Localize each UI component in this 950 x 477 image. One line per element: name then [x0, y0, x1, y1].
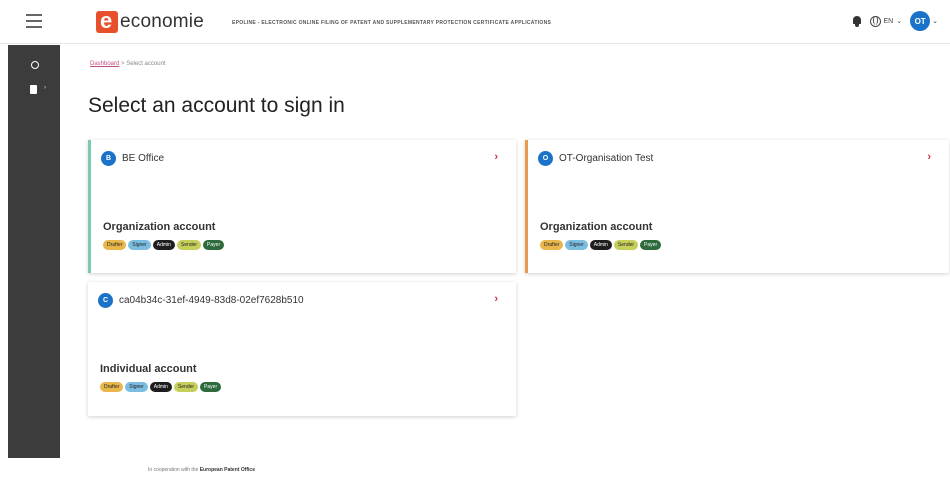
- logo-mark-icon: [96, 8, 118, 34]
- account-card-be-office[interactable]: B BE Office › Organization account Draft…: [88, 140, 516, 273]
- chevron-down-icon: ⌄: [896, 18, 903, 25]
- account-name: BE Office: [122, 153, 165, 164]
- language-label: EN: [883, 17, 894, 25]
- account-type: Organization account: [103, 221, 216, 233]
- account-type: Individual account: [100, 363, 197, 375]
- account-initial-badge: C: [98, 293, 113, 308]
- breadcrumb-home-link[interactable]: Dashboard: [90, 61, 119, 67]
- card-header: C ca04b34c-31ef-4949-83d8-02ef7628b510: [98, 293, 304, 308]
- role-badges: Drafter Signer Admin Sender Payer: [100, 382, 222, 392]
- role-badge-sender: Sender: [613, 240, 639, 250]
- footer-prefix: In cooperation with the: [148, 467, 199, 473]
- chevron-right-icon[interactable]: ›: [927, 151, 931, 163]
- chevron-down-icon: ⌄: [932, 18, 938, 25]
- role-badge-payer: Payer: [200, 382, 222, 392]
- chevron-right-icon[interactable]: ›: [494, 293, 498, 305]
- bell-icon[interactable]: [852, 15, 862, 27]
- breadcrumb-separator: >: [121, 61, 125, 67]
- role-badge-sender: Sender: [176, 240, 202, 250]
- sidebar: ›: [8, 45, 60, 458]
- role-badges: Drafter Signer Admin Sender Payer: [103, 240, 225, 250]
- chevron-right-icon[interactable]: ›: [494, 151, 498, 163]
- role-badge-payer: Payer: [640, 240, 662, 250]
- role-badge-drafter: Drafter: [540, 240, 564, 250]
- role-badges: Drafter Signer Admin Sender Payer: [540, 240, 662, 250]
- footer-partner: European Patent Office: [199, 467, 255, 473]
- role-badge-admin: Admin: [589, 240, 612, 250]
- top-bar: economie EPOLINE - ELECTRONIC ONLINE FIL…: [0, 0, 950, 44]
- document-icon[interactable]: [30, 85, 37, 94]
- menu-icon[interactable]: [26, 14, 42, 28]
- card-header: O OT-Organisation Test: [538, 151, 653, 166]
- home-circle-icon[interactable]: [31, 61, 39, 69]
- account-card-ot-organisation[interactable]: O OT-Organisation Test › Organization ac…: [525, 140, 949, 273]
- breadcrumb-current: Select account: [126, 61, 166, 67]
- role-badge-drafter: Drafter: [100, 382, 124, 392]
- role-badge-admin: Admin: [152, 240, 175, 250]
- footer: In cooperation with the European Patent …: [148, 467, 255, 473]
- account-name: OT-Organisation Test: [559, 153, 654, 164]
- role-badge-sender: Sender: [173, 382, 199, 392]
- globe-icon: [869, 15, 881, 27]
- logo[interactable]: economie: [96, 8, 204, 34]
- app-title: EPOLINE - ELECTRONIC ONLINE FILING OF PA…: [232, 20, 552, 26]
- language-selector[interactable]: EN ⌄: [869, 15, 903, 27]
- account-card-individual[interactable]: C ca04b34c-31ef-4949-83d8-02ef7628b510 ›…: [88, 282, 516, 416]
- top-actions: EN ⌄ OT ⌄: [852, 11, 938, 31]
- avatar: OT: [910, 11, 931, 31]
- page-title: Select an account to sign in: [88, 94, 345, 117]
- account-name: ca04b34c-31ef-4949-83d8-02ef7628b510: [119, 295, 304, 306]
- role-badge-payer: Payer: [203, 240, 225, 250]
- role-badge-signer: Signer: [128, 240, 151, 250]
- role-badge-drafter: Drafter: [103, 240, 127, 250]
- role-badge-signer: Signer: [125, 382, 148, 392]
- card-header: B BE Office: [101, 151, 164, 166]
- account-initial-badge: O: [538, 151, 553, 166]
- logo-text: economie: [120, 11, 204, 32]
- breadcrumb: Dashboard > Select account: [90, 61, 166, 67]
- account-type: Organization account: [540, 221, 653, 233]
- account-initial-badge: B: [101, 151, 116, 166]
- chevron-right-icon[interactable]: ›: [44, 85, 46, 91]
- role-badge-signer: Signer: [565, 240, 588, 250]
- role-badge-admin: Admin: [149, 382, 172, 392]
- user-menu[interactable]: OT ⌄: [910, 11, 938, 31]
